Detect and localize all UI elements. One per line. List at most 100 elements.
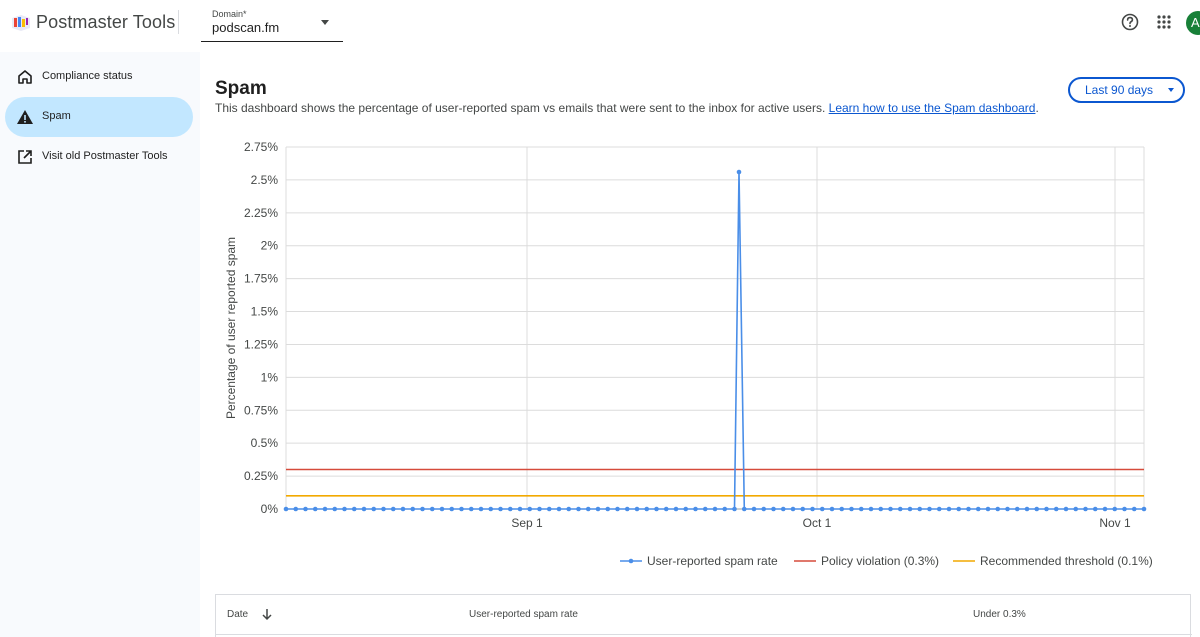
spam-rate-point [546, 506, 552, 512]
y-tick-label: 2.25% [244, 206, 278, 220]
apps-grid-icon[interactable] [1154, 12, 1174, 32]
y-tick-label: 0% [261, 502, 279, 516]
postmaster-logo-icon [12, 15, 30, 31]
spam-rate-point [527, 506, 533, 512]
top-bar: Postmaster Tools Domain* podscan.fm A [0, 0, 1200, 52]
y-tick-label: 1.25% [244, 337, 278, 351]
spam-rate-point [576, 506, 581, 512]
spam-rate-point [819, 506, 825, 512]
spam-rate-point [907, 506, 913, 512]
dropdown-caret-icon [321, 20, 329, 25]
spam-rate-point [771, 506, 776, 512]
spam-rate-point [761, 506, 767, 512]
sidebar-item-compliance-status[interactable]: Compliance status [5, 57, 193, 97]
table-header-spam-rate: User-reported spam rate [469, 609, 578, 620]
spam-rate-point [888, 506, 893, 512]
y-tick-label: 2.75% [244, 140, 278, 154]
spam-table: Date User-reported spam rate Under 0.3% [215, 594, 1192, 637]
y-tick-label: 1% [261, 370, 279, 384]
spam-rate-point [1053, 506, 1059, 512]
domain-select[interactable]: Domain* podscan.fm [201, 2, 343, 42]
warning-icon [17, 110, 33, 124]
y-tick-label: 0.25% [244, 469, 278, 483]
y-tick-label: 0.75% [244, 403, 278, 417]
legend-label-spam-rate: User-reported spam rate [647, 554, 778, 568]
main-content: Spam This dashboard shows the percentage… [200, 52, 1200, 637]
y-tick-label: 1.75% [244, 272, 278, 286]
table-header-date[interactable]: Date [227, 609, 248, 620]
spam-rate-point [498, 506, 503, 512]
spam-rate-point [371, 506, 377, 512]
spam-rate-point [858, 506, 864, 512]
spam-rate-point [420, 506, 425, 512]
spam-rate-point [1044, 506, 1049, 512]
legend-label-policy: Policy violation (0.3%) [821, 554, 939, 568]
spam-rate-point [1063, 506, 1069, 512]
header-divider [178, 10, 179, 34]
spam-rate-point [615, 506, 620, 512]
spam-rate-point [595, 506, 601, 512]
spam-rate-point [917, 506, 923, 512]
spam-rate-point [712, 506, 718, 512]
spam-rate-point [488, 506, 494, 512]
spam-rate-point [478, 506, 484, 512]
spam-rate-point [312, 506, 318, 512]
spam-rate-point [293, 506, 299, 512]
domain-value: podscan.fm [212, 20, 280, 35]
spam-rate-point [468, 506, 474, 512]
spam-rate-point [303, 506, 308, 512]
spam-rate-point [342, 506, 347, 512]
y-tick-label: 1.5% [251, 305, 279, 319]
arrow-down-icon[interactable] [260, 607, 274, 621]
help-icon[interactable] [1120, 12, 1140, 32]
spam-rate-point [683, 506, 689, 512]
sidebar: Compliance status Spam Visit old Postmas… [0, 52, 200, 637]
spam-rate-point [459, 506, 464, 512]
avatar[interactable]: A [1186, 11, 1200, 35]
spam-rate-point [1014, 506, 1020, 512]
spam-rate-point [351, 506, 357, 512]
x-tick-label: Sep 1 [511, 516, 543, 530]
spam-rate-point [1024, 506, 1030, 512]
spam-rate-point [1073, 506, 1079, 512]
spam-rate-point [283, 506, 289, 512]
spam-rate-point [400, 506, 406, 512]
home-icon [18, 70, 32, 84]
spam-rate-point [439, 506, 445, 512]
spam-rate-point [800, 506, 806, 512]
spam-rate-point [849, 506, 854, 512]
table-header-under-threshold: Under 0.3% [973, 609, 1026, 620]
spam-rate-point [897, 506, 903, 512]
spam-rate-point [810, 506, 815, 512]
spam-rate-point [1112, 506, 1118, 512]
spam-rate-point [1102, 506, 1108, 512]
spam-rate-point [332, 506, 338, 512]
spam-rate-point [654, 506, 659, 512]
spam-rate-point [878, 506, 884, 512]
spam-rate-point [1141, 506, 1147, 512]
spam-rate-point [449, 506, 455, 512]
sidebar-item-label: Spam [42, 110, 71, 122]
spam-rate-point [566, 506, 572, 512]
x-tick-label: Oct 1 [803, 516, 832, 530]
y-tick-label: 0.5% [251, 436, 279, 450]
spam-rate-point [634, 506, 640, 512]
spam-rate-point [673, 506, 679, 512]
y-tick-label: 2.5% [251, 173, 279, 187]
spam-rate-point [507, 506, 513, 512]
spam-rate-point [644, 506, 650, 512]
spam-rate-point [936, 506, 942, 512]
spam-rate-point [390, 506, 396, 512]
spam-rate-line [286, 171, 1144, 510]
sidebar-item-visit-old-postmaster[interactable]: Visit old Postmaster Tools [5, 137, 193, 177]
sidebar-item-label: Compliance status [42, 70, 133, 82]
spam-rate-point [1131, 506, 1137, 512]
spam-rate-point [790, 506, 796, 512]
x-tick-label: Nov 1 [1099, 516, 1131, 530]
spam-rate-point [927, 506, 932, 512]
spam-rate-point [1122, 506, 1127, 512]
spam-rate-point [410, 506, 416, 512]
spam-chart: 0% 0.25% 0.5% 0.75% 1% 1.25% 1.5% 1.75% 2% 2.25% 2… [224, 140, 1153, 568]
spam-rate-point [605, 506, 611, 512]
sidebar-item-spam[interactable]: Spam [5, 97, 193, 137]
